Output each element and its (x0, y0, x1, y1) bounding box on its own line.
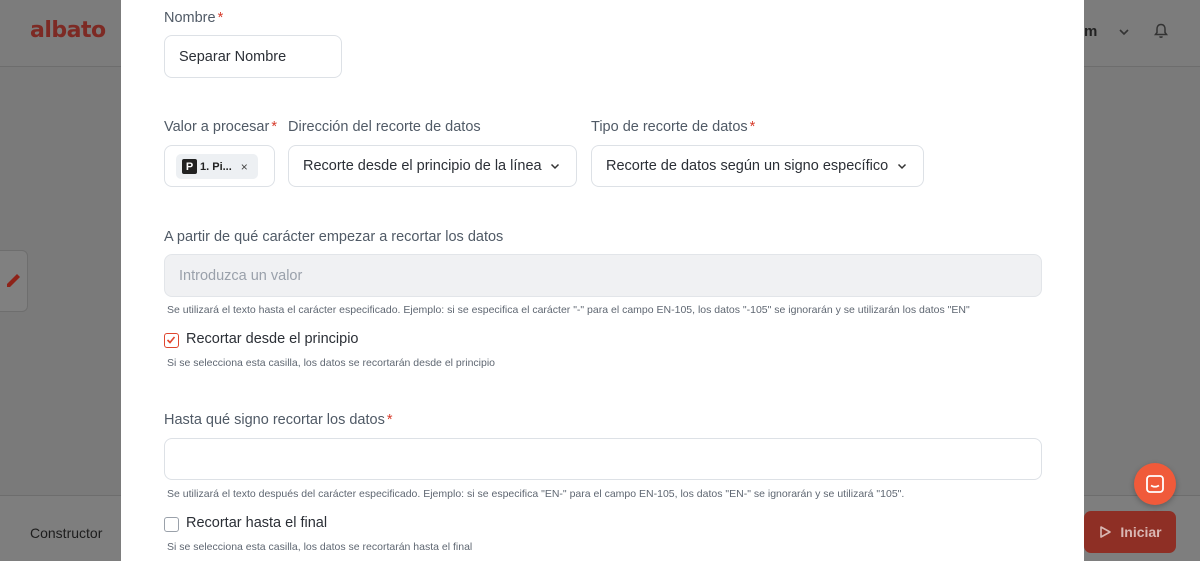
name-label: Nombre * (164, 10, 224, 26)
trim-from-start-checkbox[interactable] (164, 333, 179, 348)
cut-type-value: Recorte de datos según un signo específi… (606, 158, 889, 174)
play-icon (1100, 526, 1112, 538)
edit-pencil-icon (7, 274, 20, 287)
start-char-input[interactable]: Introduzca un valor (164, 254, 1042, 297)
cut-type-select[interactable]: Recorte de datos según un signo específi… (591, 145, 924, 187)
albato-logo[interactable]: albato (30, 18, 106, 43)
start-char-hint: Se utilizará el texto hasta el carácter … (167, 304, 970, 316)
chevron-down-icon (897, 163, 907, 170)
user-name[interactable]: m (1084, 23, 1097, 40)
start-button[interactable]: Iniciar (1084, 511, 1176, 553)
trim-to-end-hint: Si se selecciona esta casilla, los datos… (167, 541, 473, 553)
trim-to-end-label[interactable]: Recortar hasta el final (186, 515, 327, 531)
checkmark-icon (166, 336, 176, 344)
end-sign-input[interactable] (164, 438, 1042, 480)
cut-type-label: Tipo de recorte de datos * (591, 119, 756, 135)
value-chip-label: 1. Pi... (200, 160, 232, 173)
end-sign-hint: Se utilizará el texto después del caráct… (167, 488, 905, 500)
cut-direction-label: Dirección del recorte de datos (288, 119, 481, 135)
end-sign-label: Hasta qué signo recortar los datos * (164, 412, 393, 428)
transform-settings-modal: Nombre * Separar Nombre Valor a procesar *… (121, 0, 1084, 561)
side-panel-tab[interactable] (0, 250, 28, 312)
trim-to-end-checkbox[interactable] (164, 517, 179, 532)
chevron-down-icon (550, 163, 560, 170)
trim-from-start-hint: Si se selecciona esta casilla, los datos… (167, 357, 496, 369)
trim-from-start-label[interactable]: Recortar desde el principio (186, 331, 358, 347)
value-to-process-field[interactable]: P 1. Pi... × (164, 145, 275, 187)
pipedrive-icon: P (182, 159, 197, 174)
cut-direction-select[interactable]: Recorte desde el principio de la línea (288, 145, 577, 187)
chip-close-icon[interactable]: × (241, 160, 248, 174)
name-input[interactable]: Separar Nombre (164, 35, 342, 78)
chat-icon (1146, 475, 1164, 493)
bell-icon[interactable] (1152, 22, 1170, 40)
start-char-label: A partir de qué carácter empezar a recor… (164, 229, 504, 245)
chat-widget-button[interactable] (1134, 463, 1176, 505)
value-chip[interactable]: P 1. Pi... × (176, 154, 258, 179)
chevron-down-icon[interactable] (1116, 24, 1132, 40)
cut-direction-value: Recorte desde el principio de la línea (303, 158, 542, 174)
start-char-placeholder: Introduzca un valor (179, 267, 303, 284)
builder-tab[interactable]: Constructor (30, 525, 102, 541)
name-input-value: Separar Nombre (179, 48, 287, 65)
value-to-process-label: Valor a procesar * (164, 119, 277, 135)
start-button-label: Iniciar (1120, 524, 1162, 540)
